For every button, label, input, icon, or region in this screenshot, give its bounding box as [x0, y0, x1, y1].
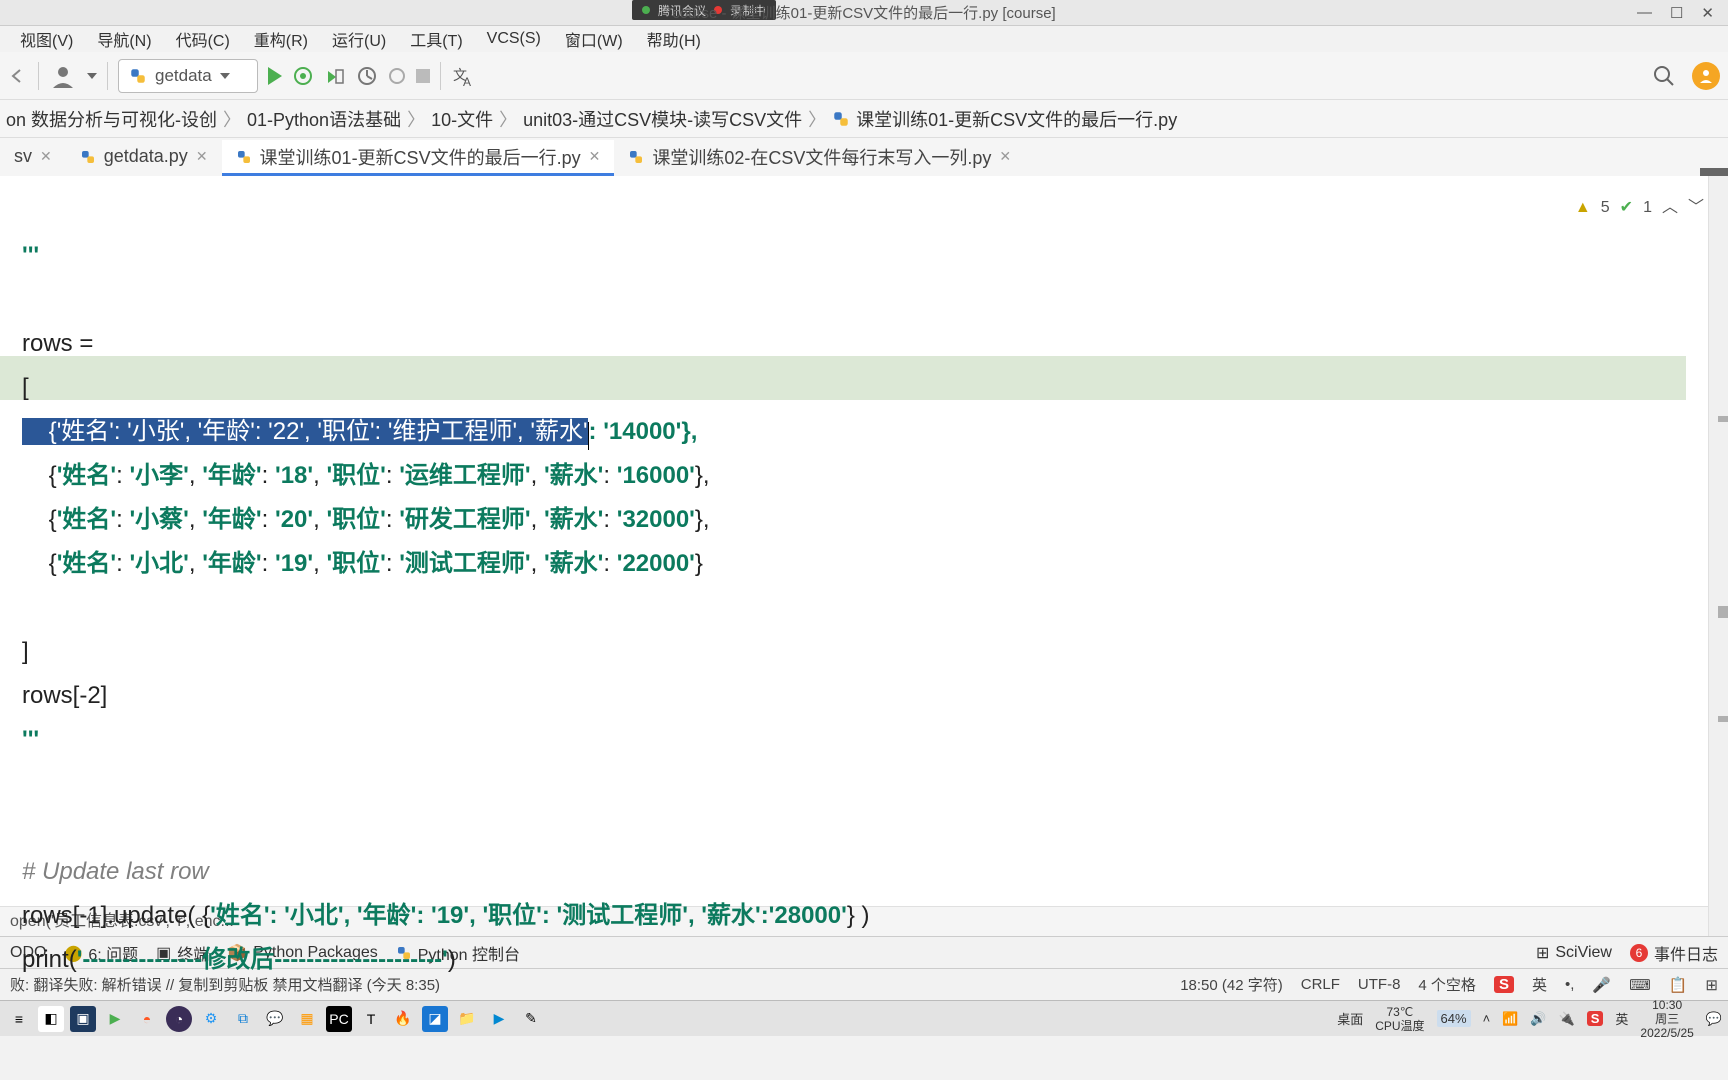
python-icon	[129, 67, 147, 85]
run-config-selector[interactable]: getdata	[118, 59, 258, 93]
close-icon[interactable]: ✕	[589, 148, 601, 165]
breadcrumb-item[interactable]: 课堂训练01-更新CSV文件的最后一行.py	[856, 106, 1177, 132]
maximize-button[interactable]: ☐	[1670, 4, 1683, 22]
python-file-icon	[236, 149, 252, 165]
avatar[interactable]	[1692, 62, 1720, 90]
close-button[interactable]: ✕	[1701, 4, 1714, 22]
back-arrow-icon[interactable]	[8, 66, 28, 86]
menu-refactor[interactable]: 重构(R)	[242, 27, 320, 51]
run-config-name: getdata	[155, 66, 212, 86]
breadcrumb-item[interactable]: 01-Python语法基础	[247, 106, 401, 132]
profile-button[interactable]	[356, 65, 378, 87]
menu-navigate[interactable]: 导航(N)	[85, 27, 163, 51]
notification-icon[interactable]: 💬	[1706, 1011, 1722, 1027]
editor-area[interactable]: ▲5 ✔1 ︿ ﹀ ''' rows = [ {'姓名': '小张', '年龄'…	[0, 176, 1728, 936]
menu-code[interactable]: 代码(C)	[164, 27, 242, 51]
python-file-icon	[628, 149, 644, 165]
tab-getdata[interactable]: getdata.py ✕	[66, 140, 222, 176]
close-icon[interactable]: ✕	[196, 148, 208, 165]
menu-tools[interactable]: 工具(T)	[398, 27, 474, 51]
debug-button[interactable]	[292, 65, 314, 87]
coverage-button[interactable]	[324, 65, 346, 87]
search-icon[interactable]	[1652, 64, 1676, 88]
breadcrumb-item[interactable]: 10-文件	[431, 106, 493, 132]
svg-text:A: A	[463, 75, 471, 88]
menu-window[interactable]: 窗口(W)	[553, 27, 635, 51]
close-icon[interactable]: ✕	[999, 148, 1011, 165]
menu-run[interactable]: 运行(U)	[320, 27, 398, 51]
editor-tabs: sv ✕ getdata.py ✕ 课堂训练01-更新CSV文件的最后一行.py…	[0, 138, 1728, 176]
python-file-icon	[832, 110, 850, 128]
title-bar: 腾讯会议 录制中 course - 课堂训练01-更新CSV文件的最后一行.py…	[0, 0, 1728, 26]
menu-view[interactable]: 视图(V)	[8, 27, 85, 51]
user-icon[interactable]	[49, 62, 77, 90]
attach-button[interactable]	[388, 67, 406, 85]
minimize-button[interactable]: —	[1637, 4, 1652, 21]
chevron-down-icon[interactable]	[87, 73, 97, 79]
translate-icon[interactable]: 文A	[451, 64, 475, 88]
tab-label: sv	[14, 146, 32, 167]
breadcrumb: on 数据分析与可视化-设创〉 01-Python语法基础〉 10-文件〉 un…	[0, 100, 1728, 138]
breadcrumb-item[interactable]: on 数据分析与可视化-设创	[6, 106, 217, 132]
chevron-down-icon	[220, 73, 230, 79]
main-toolbar: getdata 文A	[0, 52, 1728, 100]
tab-label: 课堂训练01-更新CSV文件的最后一行.py	[260, 144, 581, 170]
stop-button[interactable]	[416, 69, 430, 83]
breadcrumb-item[interactable]: unit03-通过CSV模块-读写CSV文件	[523, 106, 802, 132]
tab-lesson02[interactable]: 课堂训练02-在CSV文件每行末写入一列.py ✕	[614, 140, 1025, 176]
menu-bar: 视图(V) 导航(N) 代码(C) 重构(R) 运行(U) 工具(T) VCS(…	[0, 26, 1728, 52]
python-file-icon	[80, 149, 96, 165]
editor-scrollbar[interactable]	[1708, 176, 1728, 936]
tab-label: getdata.py	[104, 146, 188, 167]
status-dot-green	[642, 6, 650, 14]
menu-help[interactable]: 帮助(H)	[635, 27, 713, 51]
close-icon[interactable]: ✕	[40, 148, 52, 165]
window-title: course - 课堂训练01-更新CSV文件的最后一行.py [course]	[672, 2, 1055, 23]
menu-vcs[interactable]: VCS(S)	[475, 30, 553, 48]
tab-csv[interactable]: sv ✕	[0, 140, 66, 176]
tab-label: 课堂训练02-在CSV文件每行末写入一列.py	[652, 144, 991, 170]
tab-lesson01[interactable]: 课堂训练01-更新CSV文件的最后一行.py ✕	[222, 140, 615, 176]
code-content[interactable]: ''' rows = [ {'姓名': '小张', '年龄': '22', '职…	[22, 190, 1708, 1026]
run-button[interactable]	[268, 67, 282, 85]
